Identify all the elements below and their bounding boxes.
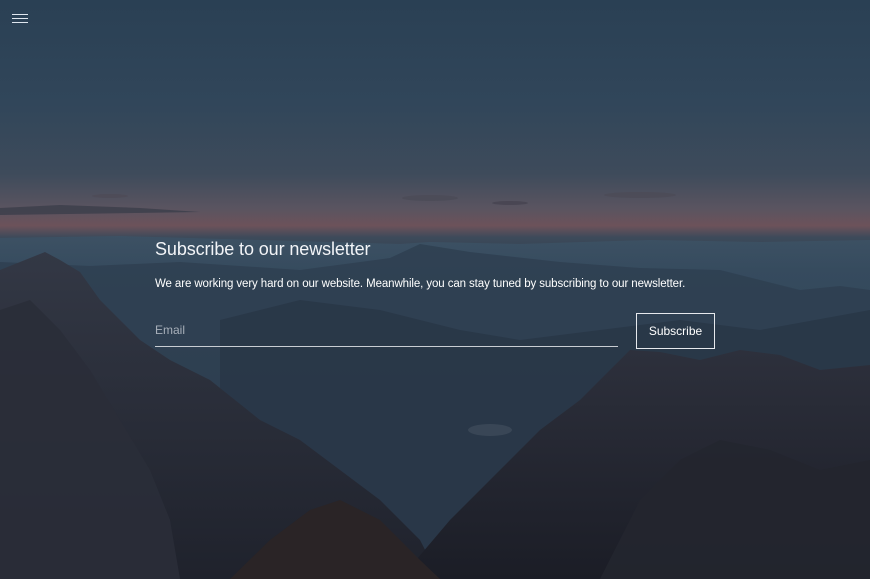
email-field[interactable] (155, 313, 618, 347)
subscribe-button[interactable]: Subscribe (636, 313, 715, 349)
menu-line (12, 22, 28, 23)
menu-line (12, 14, 28, 15)
newsletter-section: Subscribe to our newsletter We are worki… (155, 237, 715, 349)
newsletter-description: We are working very hard on our website.… (155, 278, 686, 290)
menu-line (12, 18, 28, 19)
hamburger-menu-icon[interactable] (12, 12, 29, 24)
subscribe-form: Subscribe (155, 313, 715, 349)
newsletter-page: Subscribe to our newsletter We are worki… (0, 0, 870, 579)
newsletter-heading: Subscribe to our newsletter (155, 239, 371, 259)
